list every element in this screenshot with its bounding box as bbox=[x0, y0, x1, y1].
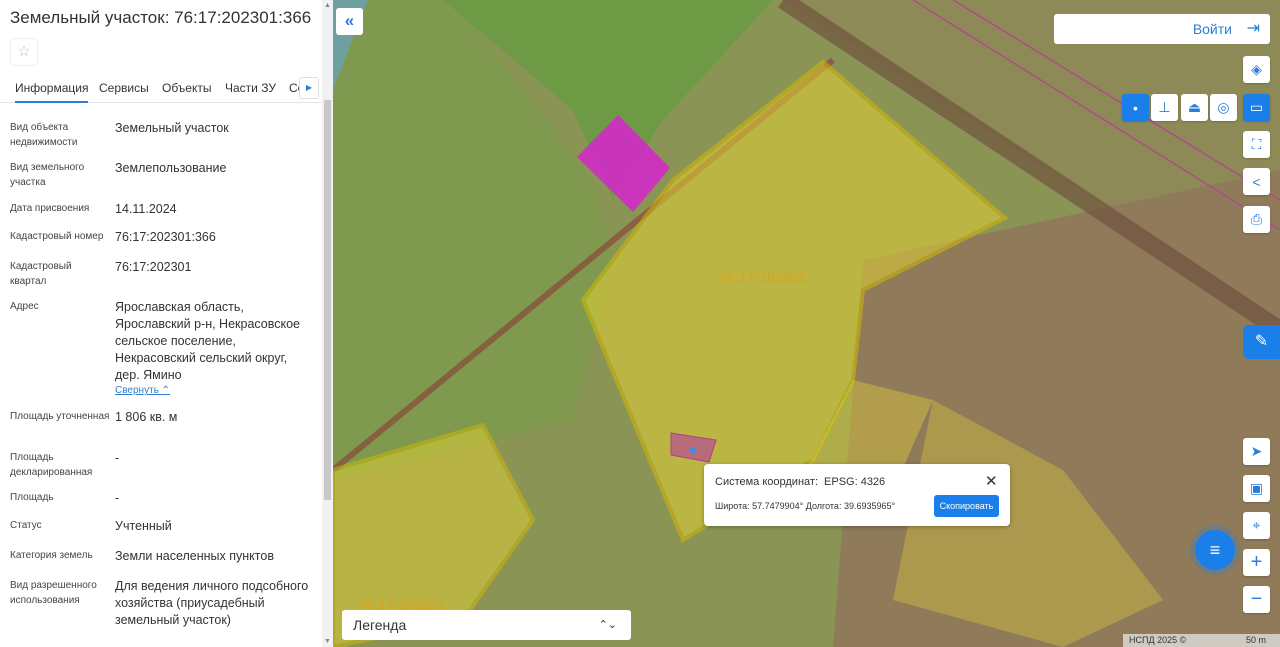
row-value: Земельный участок bbox=[115, 121, 229, 135]
navigation-icon: ➤ bbox=[1250, 443, 1263, 459]
share-icon: < bbox=[1252, 173, 1261, 190]
circle-area-icon: ◎ bbox=[1217, 99, 1230, 115]
area-icon: ⏏ bbox=[1187, 99, 1202, 115]
tabs-next-button[interactable]: ▶ bbox=[299, 77, 319, 99]
plus-icon: + bbox=[1250, 551, 1263, 573]
ruler-button[interactable]: ▭ bbox=[1243, 94, 1270, 121]
length-icon: ⊥ bbox=[1158, 99, 1171, 115]
favorite-star-button[interactable]: ☆ bbox=[10, 38, 38, 66]
location-search-icon: ⌖ bbox=[1252, 517, 1261, 533]
select-area-button[interactable]: ⛶ bbox=[1243, 131, 1270, 158]
print-button[interactable]: ⎙ bbox=[1243, 206, 1270, 233]
search-location-button[interactable]: ⌖ bbox=[1243, 512, 1270, 539]
crs-value: EPSG: 4326 bbox=[824, 476, 886, 488]
map-view[interactable]: 76:17:202301 76:17:202201 « Войти ⇥ ◈ • ⊥… bbox=[333, 0, 1280, 647]
zoom-in-button[interactable]: + bbox=[1243, 549, 1270, 576]
print-icon: ⎙ bbox=[1250, 211, 1263, 227]
row-label: Кадастровый номер bbox=[10, 231, 104, 242]
ruler-icon: ▭ bbox=[1249, 99, 1264, 115]
row-label: Вид разрешенного использования bbox=[10, 580, 97, 606]
row-label: Адрес bbox=[10, 301, 39, 312]
minimap-icon: ▣ bbox=[1249, 480, 1264, 496]
row-value: Землепользование bbox=[115, 161, 227, 175]
quarter-label: 76:17:202301 bbox=[719, 269, 807, 285]
tab-objects[interactable]: Объекты bbox=[162, 81, 212, 95]
info-panel: Земельный участок: 76:17:202301:366 ☆ Ин… bbox=[0, 0, 322, 647]
measure-length-button[interactable]: ⊥ bbox=[1151, 94, 1178, 121]
scale-bar: 50 m bbox=[1245, 635, 1266, 645]
close-icon[interactable]: ✕ bbox=[985, 472, 998, 490]
measure-point-button[interactable]: • bbox=[1122, 94, 1149, 121]
chat-button[interactable]: ≡ bbox=[1195, 530, 1235, 570]
row-value: Для ведения личного подсобного хозяйства… bbox=[115, 579, 309, 627]
row-label: Площадь декларированная bbox=[10, 452, 93, 478]
row-value: 76:17:202301:366 bbox=[115, 230, 216, 244]
row-value: - bbox=[115, 451, 120, 465]
layers-icon: ◈ bbox=[1251, 61, 1262, 77]
layers-button[interactable]: ◈ bbox=[1243, 56, 1270, 83]
legend-dropdown[interactable]: Легенда ⌃⌄ bbox=[342, 610, 631, 640]
point-icon: • bbox=[1133, 99, 1138, 116]
tab-info[interactable]: Информация bbox=[15, 81, 89, 103]
zoom-out-button[interactable]: − bbox=[1243, 586, 1270, 613]
row-label: Вид объекта недвижимости bbox=[10, 122, 78, 148]
attribution-text: НСПД 2025 © bbox=[1129, 635, 1187, 645]
collapse-panel-button[interactable]: « bbox=[336, 8, 363, 35]
collapse-link[interactable]: Свернуть ⌃ bbox=[115, 385, 170, 396]
row-value: - bbox=[115, 491, 120, 505]
row-value: 14.11.2024 bbox=[115, 202, 177, 216]
copy-button[interactable]: Скопировать bbox=[934, 495, 999, 517]
chevron-updown-icon: ⌃⌄ bbox=[598, 619, 617, 631]
crs-label: Система координат: bbox=[715, 476, 819, 488]
login-label: Войти bbox=[1192, 21, 1232, 37]
row-value: 1 806 кв. м bbox=[115, 410, 178, 424]
row-value: Земли населенных пунктов bbox=[115, 549, 274, 563]
chat-icon: ≡ bbox=[1209, 540, 1221, 560]
page-title: Земельный участок: 76:17:202301:366 bbox=[10, 8, 312, 27]
tab-parts[interactable]: Части ЗУ bbox=[225, 81, 276, 95]
feedback-icon: ✎ bbox=[1254, 333, 1269, 350]
row-value: 76:17:202301 bbox=[115, 260, 192, 274]
minimap-button[interactable]: ▣ bbox=[1243, 475, 1270, 502]
legend-label: Легенда bbox=[353, 617, 407, 633]
measure-area-button[interactable]: ⏏ bbox=[1181, 94, 1208, 121]
row-value: Учтенный bbox=[115, 519, 172, 533]
panel-scrollbar[interactable]: ▲ ▼ bbox=[322, 0, 333, 647]
minus-icon: − bbox=[1250, 588, 1263, 610]
select-icon: ⛶ bbox=[1251, 136, 1262, 152]
coordinates-text: Широта: 57.7479904° Долгота: 39.6935965° bbox=[715, 501, 896, 511]
login-button[interactable]: Войти ⇥ bbox=[1054, 14, 1270, 44]
feedback-tab[interactable]: ✎ bbox=[1243, 325, 1280, 359]
map-attribution: НСПД 2025 © 50 m bbox=[1123, 634, 1280, 647]
row-label: Дата присвоения bbox=[10, 203, 90, 214]
row-value: Ярославская область, Ярославский р-н, Не… bbox=[115, 300, 301, 382]
tab-bar: Информация Сервисы Объекты Части ЗУ Со ▶ bbox=[0, 76, 322, 103]
row-label: Площадь уточненная bbox=[10, 411, 110, 422]
row-label: Вид земельного участка bbox=[10, 162, 85, 188]
row-label: Статус bbox=[10, 520, 42, 531]
row-label: Категория земель bbox=[10, 550, 93, 561]
tab-services[interactable]: Сервисы bbox=[99, 81, 149, 95]
collapse-label: Свернуть bbox=[115, 385, 159, 396]
geolocation-button[interactable]: ➤ bbox=[1243, 438, 1270, 465]
coordinates-popup: Система координат: EPSG: 4326 Широта: 57.… bbox=[704, 464, 1010, 526]
row-label: Площадь bbox=[10, 492, 54, 503]
row-label: Кадастровый квартал bbox=[10, 261, 72, 287]
login-icon: ⇥ bbox=[1246, 20, 1260, 37]
measure-circle-button[interactable]: ◎ bbox=[1210, 94, 1237, 121]
share-button[interactable]: < bbox=[1243, 168, 1270, 195]
